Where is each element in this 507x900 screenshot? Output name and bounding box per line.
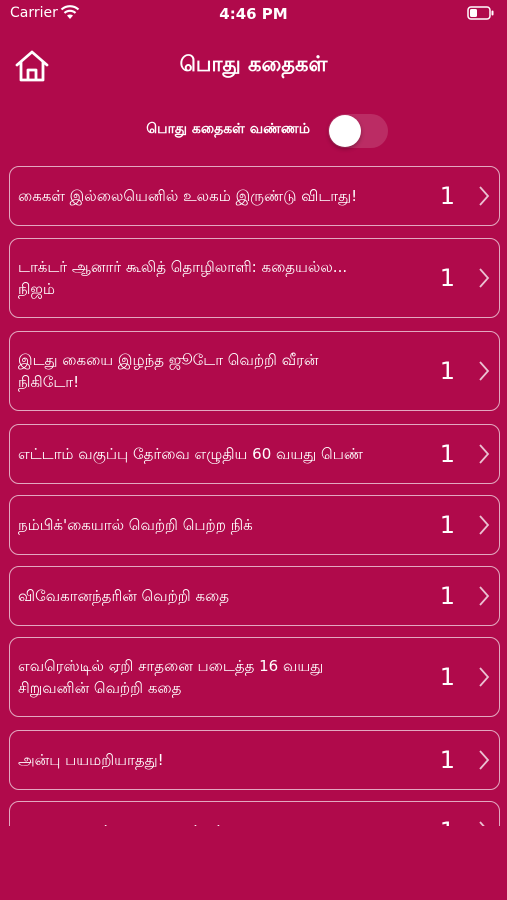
color-toggle-row: பொது கதைகள் வண்ணம்	[0, 114, 507, 148]
story-row[interactable]: உலக நாயகன் கதை பாருங்கள் 1	[9, 801, 500, 826]
story-title: எட்டாம் வகுப்பு தேர்வை எழுதிய 60 வயது பெ…	[18, 445, 363, 463]
story-list: கைகள் இல்லையெனில் உலகம் இருண்டு விடாது! 1…	[0, 166, 507, 826]
chevron-right-icon	[479, 186, 490, 206]
story-title: அன்பு பயமறியாதது!	[18, 751, 164, 769]
chevron-right-icon	[479, 667, 490, 687]
story-count: 1	[439, 264, 455, 292]
nav-bar: பொது கதைகள்	[0, 44, 507, 88]
story-title: உலக நாயகன் கதை பாருங்கள்	[18, 820, 378, 826]
chevron-right-icon	[479, 361, 490, 381]
story-count: 1	[439, 511, 455, 539]
story-count: 1	[439, 582, 455, 610]
chevron-right-icon	[479, 750, 490, 770]
battery-icon	[467, 6, 494, 20]
story-title: நம்பிக்'கையால் வெற்றி பெற்ற நிக்	[18, 516, 253, 534]
toggle-label: பொது கதைகள் வண்ணம்	[146, 121, 310, 137]
color-toggle-switch[interactable]	[328, 114, 388, 148]
toggle-knob	[329, 115, 361, 147]
story-row[interactable]: டாக்டர் ஆனார் கூலித் தொழிலாளி: கதையல்ல..…	[9, 238, 500, 318]
page-title: பொது கதைகள்	[179, 52, 328, 76]
story-title: விவேகானந்தரின் வெற்றி கதை	[18, 587, 230, 605]
story-title: கைகள் இல்லையெனில் உலகம் இருண்டு விடாது!	[18, 187, 358, 205]
story-title: டாக்டர் ஆனார் கூலித் தொழிலாளி: கதையல்ல..…	[18, 258, 348, 298]
story-count: 1	[440, 817, 455, 826]
chevron-right-icon	[479, 515, 490, 535]
story-row[interactable]: நம்பிக்'கையால் வெற்றி பெற்ற நிக் 1	[9, 495, 500, 555]
status-bar: Carrier 4:46 PM	[0, 0, 507, 28]
story-row[interactable]: விவேகானந்தரின் வெற்றி கதை 1	[9, 566, 500, 626]
story-row[interactable]: எவரெஸ்டில் ஏறி சாதனை படைத்த 16 வயது சிறு…	[9, 637, 500, 717]
story-row[interactable]: கைகள் இல்லையெனில் உலகம் இருண்டு விடாது! 1	[9, 166, 500, 226]
story-title: எவரெஸ்டில் ஏறி சாதனை படைத்த 16 வயது சிறு…	[18, 657, 324, 697]
story-row[interactable]: இடது கையை இழந்த ஜூடோ வெற்றி வீரன் நிகிடோ…	[9, 331, 500, 411]
chevron-right-icon	[479, 821, 485, 826]
story-count: 1	[439, 663, 455, 691]
status-time: 4:46 PM	[219, 5, 288, 23]
story-title: இடது கையை இழந்த ஜூடோ வெற்றி வீரன் நிகிடோ…	[18, 351, 319, 391]
story-count: 1	[439, 746, 455, 774]
story-count: 1	[439, 357, 455, 385]
chevron-right-icon	[479, 586, 490, 606]
story-row[interactable]: அன்பு பயமறியாதது! 1	[9, 730, 500, 790]
story-count: 1	[439, 440, 455, 468]
chevron-right-icon	[479, 444, 490, 464]
story-row[interactable]: எட்டாம் வகுப்பு தேர்வை எழுதிய 60 வயது பெ…	[9, 424, 500, 484]
chevron-right-icon	[479, 268, 490, 288]
story-count: 1	[439, 182, 455, 210]
